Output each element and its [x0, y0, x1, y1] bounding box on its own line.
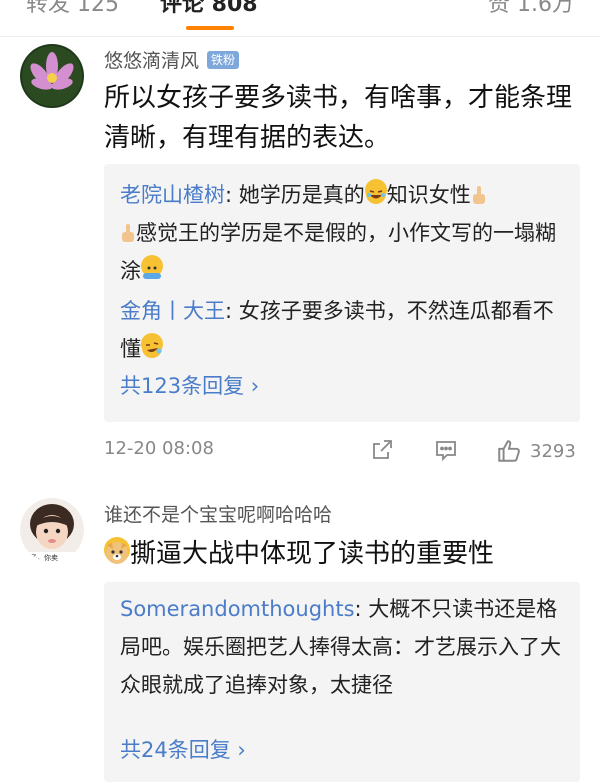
replies-box[interactable]: 老院山楂树: 她学历是真的 知识女性感觉王的学历是不是假的，小作文写的一塌糊涂 金…	[104, 164, 580, 422]
comment-icon	[436, 441, 456, 462]
share-icon	[373, 440, 392, 459]
tab-comments[interactable]: 评论 808	[160, 0, 258, 18]
comment-timestamp: 12-20 08:08	[104, 438, 214, 459]
comment-username[interactable]: 悠悠滴清风 铁粉	[104, 46, 240, 73]
reply-button[interactable]	[434, 438, 458, 462]
avatar[interactable]: 子，你卖	[20, 498, 84, 562]
thumbs-up-icon	[498, 440, 520, 462]
reply-username[interactable]: Somerandomthoughts	[120, 597, 355, 621]
comment-text: 所以女孩子要多读书，有啥事，才能条理清晰，有理有据的表达。	[104, 83, 573, 153]
tab-repost[interactable]: 转发 125	[26, 0, 119, 18]
avatar[interactable]	[20, 44, 84, 108]
tab-divider	[0, 36, 600, 37]
reply-text: : 她学历是真的	[225, 183, 365, 207]
thumbs-up-emoji-icon	[120, 217, 136, 242]
share-button[interactable]	[370, 438, 394, 462]
thumbs-up-emoji-icon	[471, 179, 487, 204]
laughing-tears-emoji-icon	[364, 179, 387, 204]
reply-item: Somerandomthoughts: 大概不只读书还是格局吧。娱乐圈把艺人捧得…	[120, 590, 566, 704]
comment-username[interactable]: 谁还不是个宝宝呢啊哈哈哈	[104, 500, 332, 527]
reply-username[interactable]: 老院山楂树	[120, 183, 225, 207]
comment-text-content: 撕逼大战中体现了读书的重要性	[130, 539, 495, 569]
comment-meta-bar: 12-20 08:08 3293	[104, 438, 580, 464]
laughing-rolling-emoji-icon	[141, 333, 163, 358]
more-replies-link[interactable]: 共123条回复 ›	[120, 370, 259, 400]
username-text[interactable]: 悠悠滴清风	[104, 50, 199, 72]
reply-text: 感觉王的学历是不是假的，小作文写的一塌糊涂	[120, 221, 556, 283]
active-tab-indicator	[186, 26, 234, 30]
like-button[interactable]: 3293	[496, 438, 576, 464]
replies-box[interactable]: Somerandomthoughts: 大概不只读书还是格局吧。娱乐圈把艺人捧得…	[104, 582, 580, 782]
reply-username[interactable]: 金角丨大王	[120, 299, 225, 323]
more-replies-link[interactable]: 共24条回复 ›	[120, 734, 246, 764]
tab-bar: 转发 125 评论 808 赞 1.6万	[0, 0, 600, 36]
fan-badge: 铁粉	[207, 51, 240, 69]
reply-item: 老院山楂树: 她学历是真的 知识女性感觉王的学历是不是假的，小作文写的一塌糊涂	[120, 176, 566, 290]
reply-item: 金角丨大王: 女孩子要多读书，不然连瓜都看不懂	[120, 292, 566, 368]
like-count: 3293	[530, 440, 576, 462]
confused-emoji-icon	[141, 255, 163, 279]
comment-text: 撕逼大战中体现了读书的重要性	[104, 534, 574, 574]
reply-text: 知识女性	[386, 183, 471, 207]
avatar-caption: 子，你卖	[30, 553, 58, 562]
doge-emoji-icon	[104, 537, 130, 564]
tab-likes[interactable]: 赞 1.6万	[488, 0, 574, 18]
